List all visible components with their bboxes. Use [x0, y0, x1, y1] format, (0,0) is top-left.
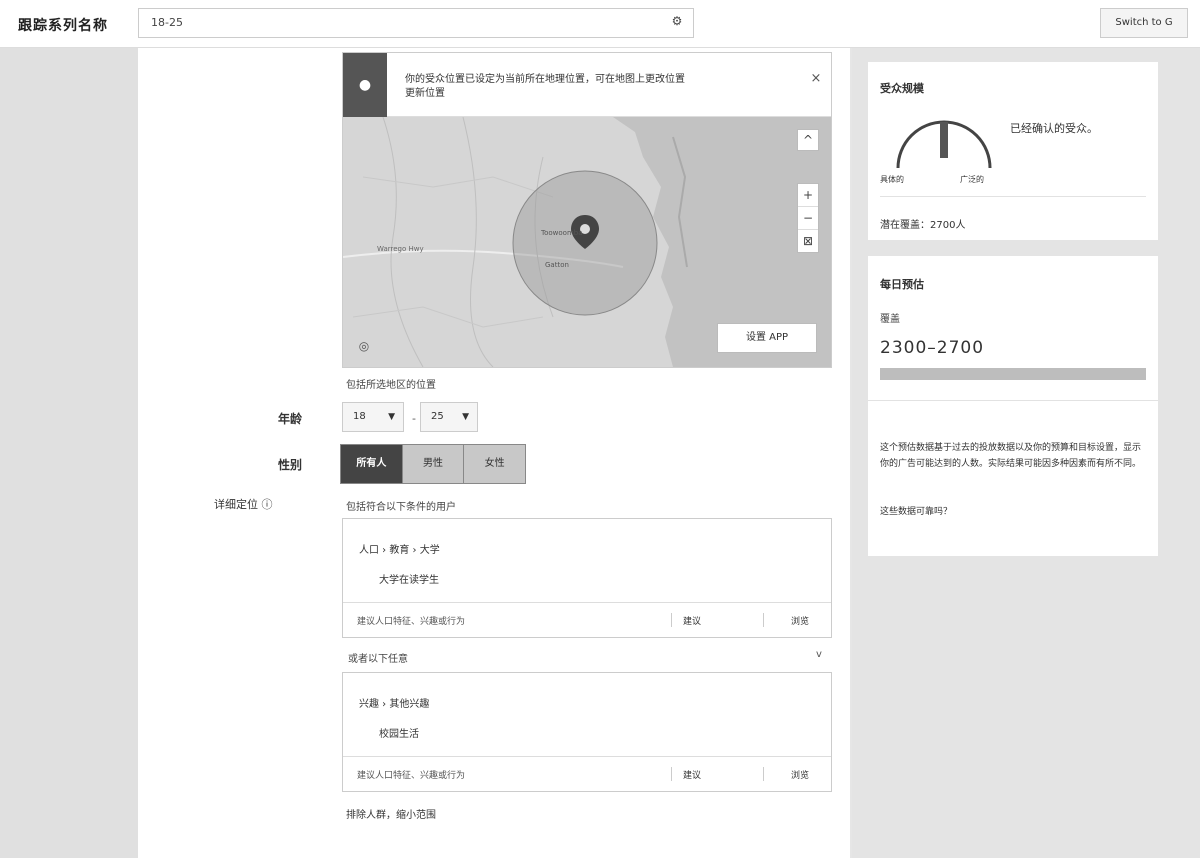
exclude-narrow-link[interactable]: 排除人群，缩小范围	[346, 806, 436, 821]
targeting-path: 兴趣 › 其他兴趣	[359, 699, 430, 710]
ad-name-input[interactable]: 18-25	[138, 8, 694, 38]
gear-icon[interactable]: ⚙	[668, 14, 686, 32]
age-min-select[interactable]: 18 ▼	[342, 402, 404, 432]
targeting-box-2-footer: 建议人口特征、兴趣或行为 建议 浏览	[343, 757, 831, 791]
age-dash: -	[412, 412, 416, 425]
suggest-button[interactable]: 建议	[683, 768, 701, 781]
ad-name-label: 跟踪系列名称	[18, 18, 108, 34]
estimate-bar	[880, 368, 1146, 380]
audience-gauge	[886, 108, 1002, 178]
targeting-item: 校园生活	[379, 729, 419, 740]
age-max-select[interactable]: 25 ▼	[420, 402, 478, 432]
gender-label: 性别	[277, 458, 302, 472]
targeting-box-2-body[interactable]: 兴趣 › 其他兴趣 校园生活	[343, 673, 831, 757]
close-icon[interactable]: ×	[809, 71, 823, 86]
targeting-box-1-body[interactable]: 人口 › 教育 › 大学 大学在读学生	[343, 519, 831, 603]
daily-estimate-title: 每日预估	[880, 278, 924, 291]
estimate-help-link[interactable]: 这些数据可靠吗？	[880, 504, 952, 517]
estimate-description: 这个预估数据基于过去的投放数据以及你的预算和目标设置，显示你的广告可能达到的人数…	[880, 443, 1142, 469]
map-edit-button[interactable]: 设置 APP	[717, 323, 817, 353]
targeting-item: 大学在读学生	[379, 575, 439, 586]
targeting-path: 人口 › 教育 › 大学	[359, 545, 440, 556]
map-footer-text: 包括所选地区的位置	[346, 380, 436, 391]
gender-all-button[interactable]: 所有人	[341, 445, 402, 483]
location-pin-icon: ●	[343, 53, 387, 117]
zoom-in-icon[interactable]: +	[798, 184, 818, 207]
targeting-box-1-footer: 建议人口特征、兴趣或行为 建议 浏览	[343, 603, 831, 637]
estimate-sub-label: 覆盖	[880, 314, 900, 325]
gender-female-button[interactable]: 女性	[463, 445, 526, 483]
zoom-controls: + − ⊠	[797, 183, 819, 253]
info-icon[interactable]: ⓘ	[262, 498, 273, 511]
age-max-value: 25	[431, 411, 444, 422]
map-notice: ● 你的受众位置已设定为当前所在地理位置，可在地图上更改位置 更新位置 ×	[343, 53, 831, 117]
age-label: 年龄	[277, 412, 302, 426]
targeting-search-input[interactable]: 建议人口特征、兴趣或行为	[357, 614, 465, 627]
gauge-graphic	[896, 120, 992, 169]
top-bar: 跟踪系列名称 18-25 ⚙ Switch to G	[0, 0, 1200, 48]
chevron-down-icon: ▼	[388, 412, 395, 422]
left-gutter	[0, 48, 138, 858]
or-text: 或者以下任意	[348, 654, 408, 665]
fullscreen-icon[interactable]: ⊠	[798, 230, 818, 253]
targeting-search-input[interactable]: 建议人口特征、兴趣或行为	[357, 768, 465, 781]
detailed-targeting-label: 详细定位 ⓘ	[214, 496, 273, 512]
svg-text:Gatton: Gatton	[545, 261, 569, 269]
or-row[interactable]: 或者以下任意 v	[342, 646, 832, 668]
audience-gauge-text: 已经确认的受众。	[1010, 122, 1098, 135]
age-min-value: 18	[353, 411, 366, 422]
notice-link[interactable]: 更新位置	[405, 87, 785, 101]
svg-text:Toowoomba: Toowoomba	[540, 229, 583, 237]
gauge-min-label: 具体的	[880, 175, 904, 184]
chevron-down-icon: ▼	[462, 412, 469, 422]
gender-toggle-group: 所有人 男性 女性	[340, 444, 526, 484]
potential-reach: 潜在覆盖：2700人	[880, 220, 966, 231]
locate-icon[interactable]: ◎	[355, 339, 373, 357]
map-canvas[interactable]: Toowoomba Gatton Warrego Hwy ^ + − ⊠ ◎ 设…	[343, 117, 831, 367]
notice-text: 你的受众位置已设定为当前所在地理位置，可在地图上更改位置	[405, 74, 685, 85]
targeting-box-1: 人口 › 教育 › 大学 大学在读学生 建议人口特征、兴趣或行为 建议 浏览	[342, 518, 832, 638]
location-map-card: ● 你的受众位置已设定为当前所在地理位置，可在地图上更改位置 更新位置 × To…	[342, 52, 832, 368]
estimate-range: 2300–2700	[880, 338, 985, 358]
chevron-down-icon: v	[816, 649, 822, 660]
chevron-up-icon[interactable]: ^	[797, 129, 819, 151]
gauge-max-label: 广泛的	[960, 175, 984, 184]
browse-button[interactable]: 浏览	[791, 768, 809, 781]
browse-button[interactable]: 浏览	[791, 614, 809, 627]
targeting-box-2: 兴趣 › 其他兴趣 校园生活 建议人口特征、兴趣或行为 建议 浏览	[342, 672, 832, 792]
zoom-out-icon[interactable]: −	[798, 207, 818, 230]
targeting-hint: 包括符合以下条件的用户	[346, 502, 456, 513]
detailed-targeting-text: 详细定位	[214, 498, 258, 511]
gender-male-button[interactable]: 男性	[401, 445, 464, 483]
suggest-button[interactable]: 建议	[683, 614, 701, 627]
switch-button[interactable]: Switch to G	[1100, 8, 1188, 38]
audience-size-title: 受众规模	[880, 82, 924, 95]
svg-text:Warrego Hwy: Warrego Hwy	[377, 245, 424, 253]
